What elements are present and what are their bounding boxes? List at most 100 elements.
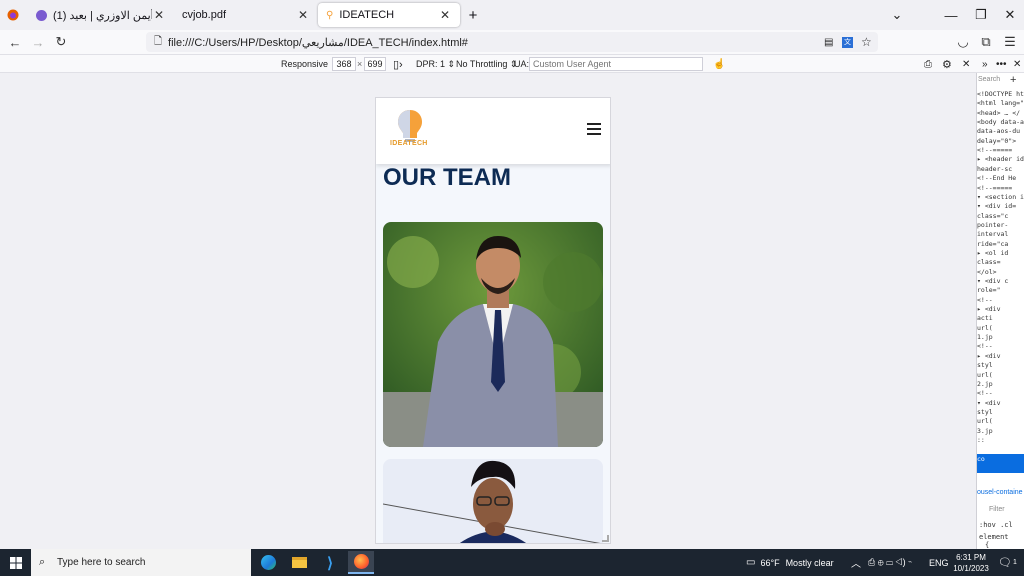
markup-line[interactable]: :: — [977, 436, 985, 445]
extensions-icon[interactable]: ⧉ — [976, 32, 996, 52]
markup-line[interactable]: header-sc — [977, 165, 1012, 174]
markup-line[interactable]: <!--End He — [977, 174, 1016, 183]
markup-line[interactable]: <html lang="e — [977, 99, 1024, 108]
devtools-breadcrumb[interactable]: ousel-containe — [977, 489, 1023, 496]
user-agent-input[interactable] — [529, 57, 703, 71]
restore-icon[interactable]: ❐ — [966, 0, 996, 30]
close-tab-icon[interactable]: ✕ — [438, 8, 452, 22]
markup-line[interactable]: url( — [977, 371, 993, 380]
dpr-select[interactable]: DPR: 1 ⇕ — [416, 57, 455, 71]
site-logo[interactable]: IDEATECH — [390, 106, 430, 158]
markup-line[interactable]: ▸ <div — [977, 352, 1000, 361]
tab-cvjob[interactable]: cvjob.pdf ✕ — [174, 3, 318, 27]
back-icon[interactable]: ← — [5, 32, 25, 52]
pocket-icon[interactable]: ◡ — [953, 32, 973, 52]
hover-class-toggles[interactable]: :hov .cl — [979, 521, 1013, 529]
markup-line[interactable]: pointer- — [977, 221, 1008, 230]
markup-line[interactable]: class="c — [977, 212, 1008, 221]
edge-icon[interactable] — [255, 551, 281, 574]
markup-line[interactable]: ▸ <d — [977, 445, 993, 454]
markup-line[interactable]: class= — [977, 258, 1000, 267]
add-node-icon[interactable]: + — [1010, 74, 1016, 86]
url-bar[interactable]: 🗋 file:///C:/Users/HP/Desktop/مشاريعي/ID… — [146, 32, 878, 52]
notifications-icon[interactable]: 🗨 1 — [998, 549, 1017, 576]
markup-line[interactable]: data-aos-du — [977, 127, 1020, 136]
tab-ideatech[interactable]: ⚲ IDEATECH ✕ — [318, 3, 460, 27]
firefox-taskbar-icon[interactable] — [348, 551, 374, 574]
show-hidden-icons-icon[interactable]: ︿ — [851, 549, 861, 576]
vscode-icon[interactable]: ⟩ — [317, 551, 343, 574]
settings-gear-icon[interactable]: ⚙ — [942, 57, 952, 71]
markup-line[interactable]: ▾ <div — [977, 399, 1000, 408]
clock[interactable]: 6:31 PM 10/1/2023 — [952, 549, 990, 576]
markup-line[interactable]: <!-- — [977, 342, 993, 351]
markup-line[interactable]: co — [977, 455, 985, 464]
minimize-icon[interactable]: — — [936, 0, 966, 30]
rotate-icon[interactable]: ▯› — [393, 57, 403, 71]
markup-line[interactable]: ▸ <div — [977, 305, 1000, 314]
markup-line[interactable]: styl — [977, 361, 993, 370]
menu-icon[interactable]: ☰ — [1000, 32, 1020, 52]
markup-line[interactable]: styl — [977, 408, 993, 417]
markup-line[interactable]: ride="ca — [977, 240, 1008, 249]
reader-view-icon[interactable]: ▤ — [824, 37, 833, 48]
markup-line[interactable]: delay="0"> — [977, 137, 1016, 146]
screenshot-icon[interactable]: ⎙ — [924, 57, 932, 71]
tab-whatsapp[interactable]: أيمن الاوزري | بعيد (1) ✕ — [28, 3, 174, 27]
more-panels-icon[interactable]: » — [982, 57, 988, 71]
markup-line[interactable]: </ol> — [977, 268, 997, 277]
markup-line[interactable]: role=" — [977, 286, 1000, 295]
close-rdm-icon[interactable]: ✕ — [962, 57, 970, 71]
responsive-toolbar: Responsive ⇕ 368 × 699 ▯› DPR: 1 ⇕ No Th… — [0, 54, 1024, 73]
markup-line[interactable]: ▾ <div id= — [977, 202, 1016, 211]
firefox-view-icon[interactable] — [3, 5, 23, 25]
markup-line[interactable]: ▾ <section i — [977, 193, 1024, 202]
markup-line[interactable]: <!DOCTYPE htm — [977, 90, 1024, 99]
markup-line[interactable]: acti — [977, 314, 993, 323]
windows-start-icon[interactable] — [3, 551, 29, 574]
markup-line[interactable]: interval — [977, 230, 1008, 239]
throttling-select[interactable]: No Throttling ⇕ — [456, 57, 517, 71]
markup-line[interactable]: <!--===== — [977, 184, 1012, 193]
markup-line[interactable]: <!--===== — [977, 146, 1012, 155]
device-select[interactable]: Responsive ⇕ — [281, 57, 338, 71]
list-all-tabs-icon[interactable]: ⌄ — [882, 0, 912, 30]
markup-line[interactable]: url( — [977, 324, 993, 333]
markup-line[interactable]: ▸ <ol id — [977, 249, 1008, 258]
inspector-search-input[interactable]: Search — [978, 76, 1000, 83]
width-input[interactable]: 368 — [332, 57, 356, 71]
close-devtools-icon[interactable]: ✕ — [1013, 57, 1021, 71]
markup-line[interactable]: <!-- — [977, 389, 993, 398]
translate-icon[interactable]: 文 — [842, 36, 853, 48]
team-heading: OUR TEAM — [383, 164, 511, 191]
file-explorer-icon[interactable] — [286, 551, 312, 574]
markup-line[interactable]: ▸ <header id — [977, 155, 1024, 164]
markup-line[interactable]: 2.jp — [977, 380, 993, 389]
bookmark-star-icon[interactable]: ☆ — [861, 35, 872, 49]
weather-widget[interactable]: ▭ 66°F Mostly clear — [746, 549, 834, 576]
taskbar-search-box[interactable]: ⌕ Type here to search — [31, 549, 251, 576]
devtools-menu-icon[interactable]: ••• — [996, 57, 1007, 71]
language-indicator[interactable]: ENG — [929, 549, 949, 576]
weather-icon: ▭ — [746, 557, 756, 568]
close-tab-icon[interactable]: ✕ — [296, 8, 310, 22]
markup-line[interactable]: url( — [977, 417, 993, 426]
close-tab-icon[interactable]: ✕ — [152, 8, 166, 22]
markup-line[interactable]: ▾ <div c — [977, 277, 1008, 286]
rules-filter[interactable]: Filter — [989, 506, 1005, 513]
forward-icon[interactable]: → — [28, 32, 48, 52]
markup-line[interactable]: <head> … </ — [977, 109, 1020, 118]
markup-line[interactable]: <!-- — [977, 296, 993, 305]
markup-line[interactable]: 1.jp — [977, 333, 993, 342]
close-window-icon[interactable]: ✕ — [995, 0, 1024, 30]
reload-icon[interactable]: ↻ — [51, 32, 71, 52]
system-tray-icons[interactable]: ⎙ ⊕ ▭ ◁) ⌁ — [868, 549, 912, 576]
dimension-separator: × — [357, 59, 363, 69]
height-input[interactable]: 699 — [364, 57, 386, 71]
hamburger-menu-icon[interactable] — [587, 123, 601, 135]
resize-handle[interactable] — [602, 535, 609, 542]
touch-simulation-icon[interactable]: ☝ — [713, 57, 725, 71]
new-tab-button[interactable]: + — [462, 3, 484, 27]
markup-line[interactable]: 3.jp — [977, 427, 993, 436]
markup-line[interactable]: <body data-a — [977, 118, 1024, 127]
